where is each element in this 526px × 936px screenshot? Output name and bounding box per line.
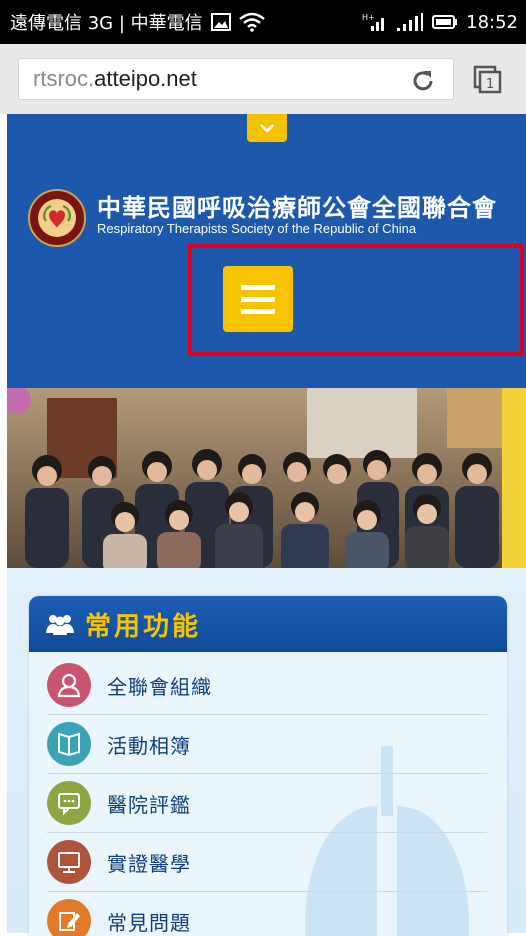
- status-bar: 遠傳電信 3G | 中華電信 H+ 18:52: [0, 0, 526, 44]
- panel-title: 常用功能: [85, 611, 202, 642]
- feature-label: 實證醫學: [107, 851, 191, 876]
- hamburger-menu-button[interactable]: [223, 266, 293, 332]
- feature-label: 活動相簿: [107, 733, 191, 758]
- feature-label: 常見問題: [107, 910, 191, 935]
- svg-text:H+: H+: [362, 13, 375, 22]
- url-bar[interactable]: rtsroc. atteipo.net: [18, 58, 454, 100]
- collapse-toggle-button[interactable]: [247, 114, 287, 142]
- person-icon: [47, 663, 91, 707]
- menu-icon-bar: [241, 308, 275, 314]
- site-title: 中華民國呼吸治療師公會全國聯合會: [97, 194, 497, 222]
- content-area: 常用功能 全聯會組織 活動相簿 醫院評鑑 實證醫學 常見問題: [7, 568, 526, 936]
- feature-item-organization[interactable]: 全聯會組織: [47, 656, 487, 715]
- menu-icon-bar: [241, 284, 275, 290]
- society-logo[interactable]: [27, 188, 87, 248]
- feature-item-hospital-accreditation[interactable]: 醫院評鑑: [47, 774, 487, 833]
- signal-icon: [396, 12, 424, 32]
- common-functions-panel: 常用功能 全聯會組織 活動相簿 醫院評鑑 實證醫學 常見問題: [29, 596, 507, 936]
- pencil-icon: [47, 899, 91, 936]
- menu-icon-bar: [241, 296, 275, 302]
- clock-time: 18:52: [466, 11, 518, 33]
- banner-group-photo[interactable]: [7, 388, 526, 568]
- tab-count: 1: [486, 77, 494, 92]
- feature-label: 全聯會組織: [107, 674, 212, 699]
- site-subtitle: Respiratory Therapists Society of the Re…: [97, 221, 417, 236]
- panel-header: 常用功能: [29, 596, 507, 652]
- wifi-icon: [238, 12, 265, 32]
- image-notification-icon: [210, 13, 231, 31]
- chevron-down-icon: [260, 124, 274, 133]
- feature-item-evidence-based-medicine[interactable]: 實證醫學: [47, 833, 487, 892]
- site-header: 中華民國呼吸治療師公會全國聯合會 Respiratory Therapists …: [7, 114, 526, 388]
- monitor-icon: [47, 840, 91, 884]
- battery-icon: [432, 14, 458, 30]
- book-icon: [47, 722, 91, 766]
- chat-icon: [47, 781, 91, 825]
- reload-icon[interactable]: [409, 67, 437, 95]
- group-users-icon: [46, 615, 74, 635]
- feature-item-faq[interactable]: 常見問題: [47, 892, 487, 936]
- tab-switcher-button[interactable]: 1: [472, 64, 504, 96]
- feature-list: 全聯會組織 活動相簿 醫院評鑑 實證醫學 常見問題: [47, 656, 487, 936]
- signal-hplus-icon: H+: [362, 12, 388, 32]
- browser-toolbar: rtsroc. atteipo.net 1: [0, 44, 526, 114]
- feature-item-album[interactable]: 活動相簿: [47, 715, 487, 774]
- feature-label: 醫院評鑑: [107, 792, 191, 817]
- url-domain: atteipo.net: [94, 66, 197, 91]
- carrier-text: 遠傳電信 3G | 中華電信: [10, 13, 203, 34]
- url-prefix: rtsroc.: [33, 66, 95, 91]
